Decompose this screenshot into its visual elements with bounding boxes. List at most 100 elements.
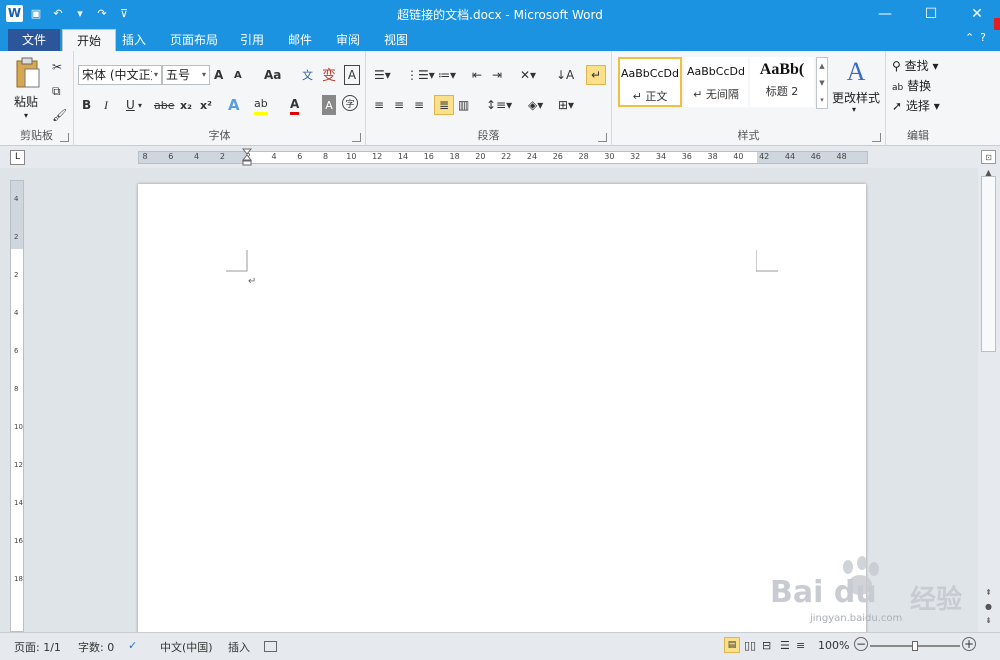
style-heading-2[interactable]: AaBb( 标题 2 [750, 57, 814, 107]
shading-icon[interactable]: ◈▾ [528, 95, 543, 115]
tab-file[interactable]: 文件 [8, 29, 61, 51]
macro-icon[interactable] [264, 641, 277, 652]
tab-insert[interactable]: 插入 [108, 29, 160, 51]
italic-button[interactable]: I [104, 95, 108, 115]
zoom-in-button[interactable]: + [962, 637, 976, 651]
clipboard-launcher-icon[interactable] [60, 133, 69, 142]
sort-icon[interactable]: ↓A [556, 65, 574, 85]
bullets-icon[interactable]: ☰▾ [374, 65, 391, 85]
strikethrough-button[interactable]: abe [154, 95, 175, 115]
numbering-icon[interactable]: ⋮☰▾ [406, 65, 435, 85]
multilevel-list-icon[interactable]: ≔▾ [438, 65, 456, 85]
cut-icon[interactable]: ✂ [52, 57, 62, 77]
paragraph-launcher-icon[interactable] [598, 133, 607, 142]
zoom-out-button[interactable]: − [854, 637, 868, 651]
browse-object-icon[interactable]: ● [981, 600, 996, 614]
borders-icon[interactable]: ⊞▾ [558, 95, 574, 115]
chevron-down-icon[interactable]: ▾ [852, 105, 856, 114]
chevron-down-icon[interactable]: ▾ [138, 95, 142, 115]
line-spacing-icon[interactable]: ↕≡▾ [486, 95, 512, 115]
align-right-icon[interactable]: ≡ [414, 95, 424, 115]
superscript-button[interactable]: x² [200, 95, 212, 115]
full-screen-reading-icon[interactable]: ▯▯ [744, 639, 756, 652]
outline-icon[interactable]: ☰ [780, 639, 790, 652]
zoom-slider-thumb[interactable] [912, 641, 918, 651]
minimize-button[interactable]: — [862, 0, 908, 27]
styles-launcher-icon[interactable] [872, 133, 881, 142]
indent-marker-icon[interactable] [241, 148, 253, 166]
ruler-toggle-icon[interactable]: ⊡ [981, 150, 996, 164]
bold-button[interactable]: B [82, 95, 91, 115]
chinese-layout-icon[interactable]: ✕▾ [520, 65, 536, 85]
tab-references[interactable]: 引用 [226, 29, 278, 51]
tab-mailings[interactable]: 邮件 [274, 29, 326, 51]
change-styles-icon[interactable]: A [838, 57, 874, 87]
styles-scroll[interactable]: ▲ ▼ ▾ [816, 57, 828, 109]
prev-page-icon[interactable]: ⇞ [981, 586, 996, 600]
vruler-number: 10 [14, 423, 23, 431]
select-button[interactable]: ➚ 选择 ▾ [892, 97, 940, 114]
format-painter-icon[interactable]: 🖌 [52, 105, 67, 125]
document-page[interactable]: ↵ [138, 184, 866, 644]
font-size-combo[interactable]: 五号 ▾ [162, 65, 210, 85]
justify-icon[interactable]: ≣ [434, 95, 454, 115]
phonetic-guide-icon[interactable]: 文 [302, 65, 313, 85]
ruler-number: 48 [836, 152, 847, 161]
next-page-icon[interactable]: ⇟ [981, 614, 996, 628]
paragraph-group: ☰▾ ⋮☰▾ ≔▾ ⇤ ⇥ ✕▾ ↓A ↵ ≡ ≡ ≡ ≣ ▥ ↕≡▾ ◈▾ ⊞… [366, 51, 612, 146]
replace-button[interactable]: ab 替换 [892, 77, 931, 94]
minimize-ribbon-icon[interactable]: ⌃ [965, 31, 974, 44]
vertical-ruler[interactable]: 4 2 2 4 6 8 10 12 14 16 18 [10, 180, 24, 632]
grow-font-button[interactable]: A [214, 65, 223, 85]
paste-dropdown-icon[interactable]: ▾ [24, 111, 28, 120]
zoom-slider[interactable] [870, 641, 960, 651]
decrease-indent-icon[interactable]: ⇤ [472, 65, 482, 85]
distributed-icon[interactable]: ▥ [458, 95, 469, 115]
change-styles-button[interactable]: 更改样式 [832, 89, 880, 106]
increase-indent-icon[interactable]: ⇥ [492, 65, 502, 85]
font-color-button[interactable]: A [290, 95, 300, 115]
vertical-scrollbar[interactable]: ⊡ ▲ ⇞ ● ⇟ [978, 146, 1000, 632]
replace-icon: ab [892, 83, 904, 93]
draft-icon[interactable]: ≡ [796, 639, 805, 652]
font-launcher-icon[interactable] [352, 133, 361, 142]
show-marks-icon[interactable]: ↵ [586, 65, 606, 85]
find-button[interactable]: ⚲ 查找 ▾ [892, 57, 938, 74]
change-case-button[interactable]: Aa [264, 65, 281, 85]
style-normal[interactable]: AaBbCcDd ↵ 正文 [618, 57, 682, 107]
copy-icon[interactable]: ⧉ [52, 81, 61, 101]
language-indicator[interactable]: 中文(中国) [160, 639, 213, 655]
tab-selector-icon[interactable]: L [10, 150, 25, 165]
shrink-font-button[interactable]: A [234, 65, 242, 85]
baidu-watermark: Bai du 经验 jingyan.baidu.com [770, 555, 980, 625]
enclose-char-button[interactable]: 字 [342, 95, 358, 111]
word-count[interactable]: 字数: 0 [78, 639, 114, 655]
text-effects-button[interactable]: A [228, 95, 240, 115]
align-center-icon[interactable]: ≡ [394, 95, 404, 115]
subscript-button[interactable]: x₂ [180, 95, 192, 115]
crop-mark-left [226, 250, 248, 272]
underline-button[interactable]: U [126, 95, 135, 115]
scrollbar-thumb[interactable] [981, 176, 996, 352]
proofing-icon[interactable]: ✓ [128, 639, 137, 652]
insert-mode[interactable]: 插入 [228, 639, 250, 655]
clear-format-icon[interactable]: 变 [322, 65, 336, 85]
style-no-spacing[interactable]: AaBbCcDd ↵ 无间隔 [684, 57, 748, 107]
tab-page-layout[interactable]: 页面布局 [156, 29, 232, 51]
align-left-icon[interactable]: ≡ [374, 95, 384, 115]
paste-button[interactable]: 粘贴 [14, 93, 38, 110]
char-shading-button[interactable]: A [322, 95, 336, 115]
page-count[interactable]: 页面: 1/1 [14, 639, 61, 655]
help-icon[interactable]: ? [980, 31, 986, 44]
paste-icon[interactable] [14, 57, 42, 91]
highlight-button[interactable]: ab [254, 95, 268, 115]
tab-review[interactable]: 审阅 [322, 29, 374, 51]
char-border-button[interactable]: A [344, 65, 360, 85]
print-layout-icon[interactable]: ▤ [724, 637, 740, 653]
tab-view[interactable]: 视图 [370, 29, 422, 51]
zoom-level[interactable]: 100% [818, 639, 849, 652]
font-size-value: 五号 [166, 68, 191, 82]
font-name-combo[interactable]: 宋体 (中文正文) ▾ [78, 65, 162, 85]
web-layout-icon[interactable]: ⊟ [762, 639, 771, 652]
maximize-button[interactable]: ☐ [908, 0, 954, 27]
